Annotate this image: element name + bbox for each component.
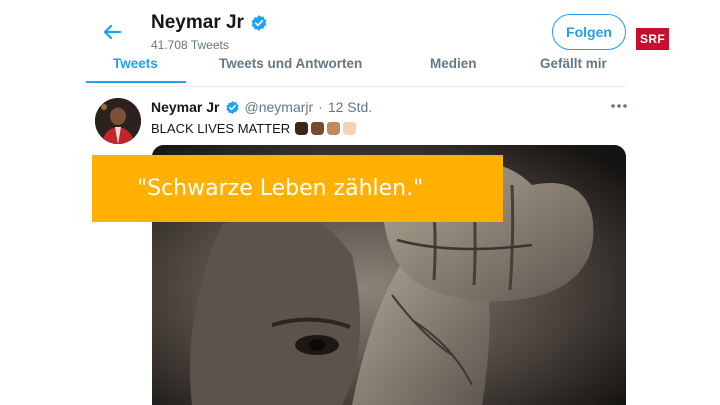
subtitle-caption: "Schwarze Leben zählen." xyxy=(92,155,503,222)
profile-name: Neymar Jr xyxy=(151,12,244,33)
tweet-text-line: BLACK LIVES MATTER xyxy=(151,121,357,136)
follow-button[interactable]: Folgen xyxy=(552,14,626,50)
back-arrow-icon[interactable] xyxy=(100,20,124,44)
raised-fist-icon xyxy=(295,122,309,135)
tweet-timestamp[interactable]: 12 Std. xyxy=(328,99,372,115)
active-tab-indicator xyxy=(86,81,186,83)
raised-fist-emojis xyxy=(295,122,357,135)
verified-badge-icon xyxy=(225,100,239,114)
tweet-count: 41.708 Tweets xyxy=(151,38,229,52)
tab-tweets-und-antworten[interactable]: Tweets und Antworten xyxy=(219,56,362,71)
avatar[interactable] xyxy=(95,98,141,144)
tab-tweets[interactable]: Tweets xyxy=(113,56,158,71)
profile-tabs: Tweets Tweets und Antworten Medien Gefäl… xyxy=(86,52,626,84)
raised-fist-icon xyxy=(311,122,325,135)
raised-fist-icon xyxy=(327,122,341,135)
tab-medien[interactable]: Medien xyxy=(430,56,477,71)
srf-logo: SRF xyxy=(636,28,669,50)
tab-gefaellt-mir[interactable]: Gefällt mir xyxy=(540,56,607,71)
profile-header-name: Neymar Jr xyxy=(151,12,268,34)
caption-text: "Schwarze Leben zählen." xyxy=(137,176,424,201)
tweet-author-name[interactable]: Neymar Jr xyxy=(151,99,220,115)
raised-fist-icon xyxy=(343,122,357,135)
tweet-author-handle[interactable]: @neymarjr xyxy=(245,99,314,115)
tweet-author-line: Neymar Jr @neymarjr · 12 Std. xyxy=(151,99,372,115)
avatar-photo xyxy=(95,98,141,144)
tweet-text: BLACK LIVES MATTER xyxy=(151,121,291,136)
tabs-divider xyxy=(86,86,626,87)
verified-badge-icon xyxy=(251,15,267,31)
tweet-separator: · xyxy=(318,99,323,115)
more-options-icon[interactable] xyxy=(609,99,629,113)
